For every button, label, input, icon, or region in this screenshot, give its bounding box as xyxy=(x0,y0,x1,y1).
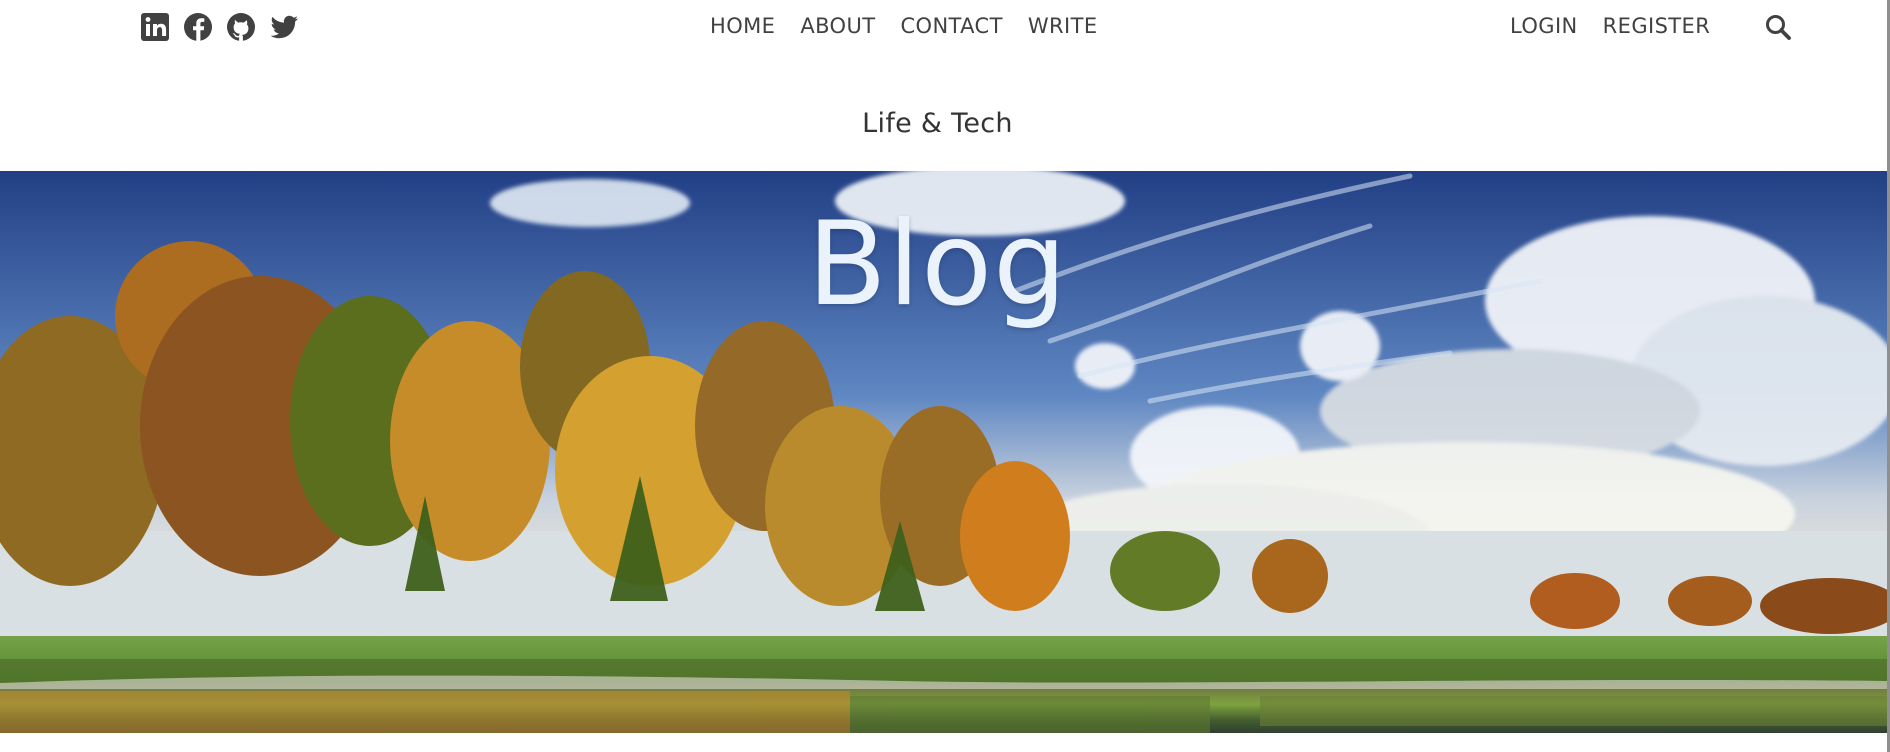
site-title: Life & Tech xyxy=(862,108,1013,139)
hero-banner: Blog xyxy=(0,171,1887,733)
account-navigation: LOGIN REGISTER xyxy=(1510,14,1710,38)
nav-write-link[interactable]: WRITE xyxy=(1028,14,1098,38)
search-icon xyxy=(1766,15,1791,40)
nav-about-link[interactable]: ABOUT xyxy=(800,14,875,38)
nav-register-link[interactable]: REGISTER xyxy=(1603,14,1711,38)
nav-home-link[interactable]: HOME xyxy=(710,14,775,38)
twitter-icon[interactable] xyxy=(267,10,301,44)
linkedin-icon[interactable] xyxy=(138,10,172,44)
main-navigation: HOME ABOUT CONTACT WRITE xyxy=(710,14,1098,38)
autumn-landscape-image xyxy=(0,171,1887,733)
github-icon[interactable] xyxy=(224,10,258,44)
nav-contact-link[interactable]: CONTACT xyxy=(900,14,1002,38)
facebook-icon[interactable] xyxy=(181,10,215,44)
social-links xyxy=(138,10,301,44)
blog-home-page: HOME ABOUT CONTACT WRITE LOGIN REGISTER … xyxy=(0,0,1890,752)
top-navigation-bar: HOME ABOUT CONTACT WRITE LOGIN REGISTER xyxy=(0,0,1888,58)
search-button[interactable] xyxy=(1764,13,1792,41)
nav-login-link[interactable]: LOGIN xyxy=(1510,14,1578,38)
